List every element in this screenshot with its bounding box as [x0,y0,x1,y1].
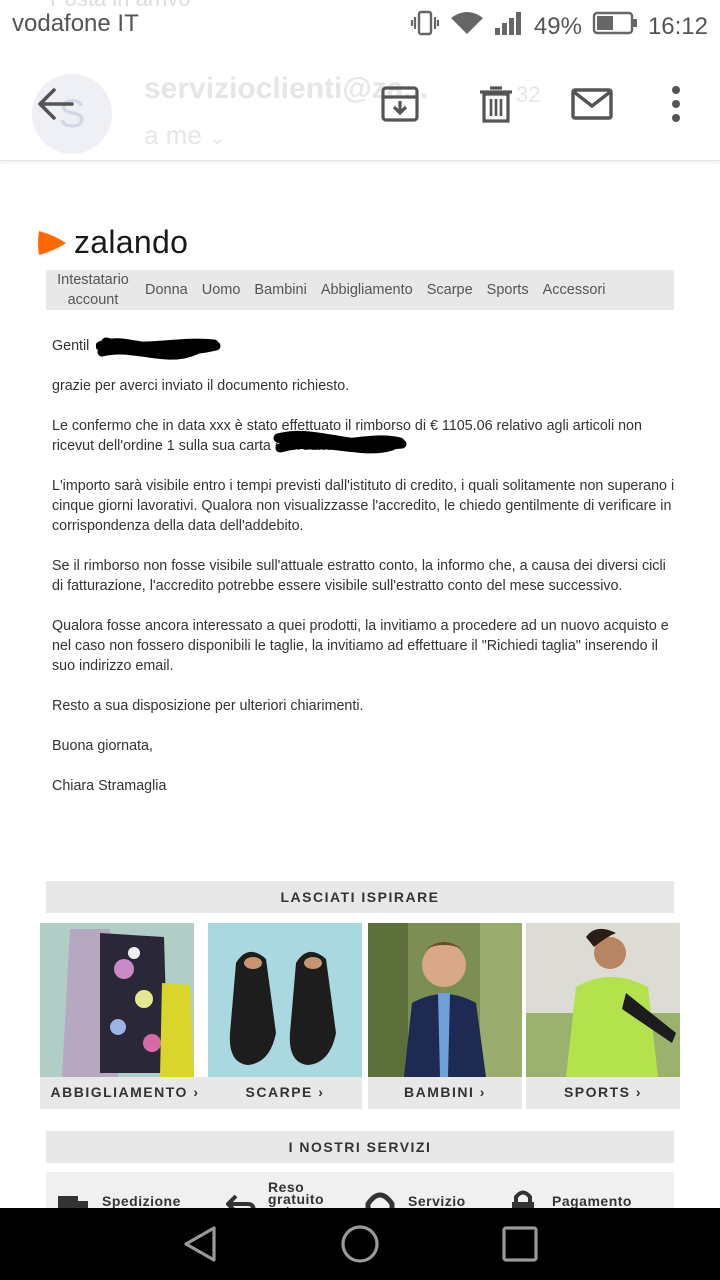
service-reso[interactable]: Reso gratuito entro [268,1180,348,1208]
service-pagamento[interactable]: Pagamento [552,1194,632,1208]
paragraph-1: grazie per averci inviato il documento r… [52,378,350,394]
mail-icon [571,88,613,120]
shoes-image [208,923,362,1077]
mark-unread-button[interactable] [570,84,614,124]
services-row: Spedizione Reso gratuito entro Servizio … [46,1172,674,1208]
nav-home-button[interactable] [340,1224,380,1264]
brand-name: zalando [74,224,189,260]
paragraph-3: L'importo sarà visibile entro i tempi pr… [52,478,675,534]
truck-icon [58,1196,88,1208]
signal-icon [494,10,524,43]
nav-item-sports[interactable]: Sports [480,282,536,298]
recipient-line[interactable]: a me ⌄ [144,120,226,151]
kids-image [368,923,522,1077]
lock-icon [512,1190,534,1208]
recipient-text: a me [144,120,202,150]
redaction-scribble [273,430,407,454]
back-button[interactable] [34,84,78,124]
zalando-logo[interactable]: zalando [36,224,188,261]
return-icon [226,1194,256,1208]
paragraph-7: Buona giornata, [52,738,153,754]
tile-label-bambini: BAMBINI › [368,1077,522,1109]
chevron-down-icon: ⌄ [209,127,226,149]
sports-image [526,923,680,1077]
carrier-name: vodafone IT [12,10,139,37]
nav-item-bambini[interactable]: Bambini [247,282,313,298]
signature: Chiara Stramaglia [52,778,167,794]
nav-item-accessori[interactable]: Accessori [536,282,613,298]
clothing-image [40,923,194,1077]
nav-item-abbigliamento[interactable]: Abbigliamento [314,282,420,298]
battery-percent: 49% [533,12,582,40]
zalando-logo-icon [38,230,66,255]
nav-item-scarpe[interactable]: Scarpe [420,282,480,298]
paragraph-4: Se il rimborso non fosse visibile sull'a… [52,558,666,594]
email-time: 32 [516,82,541,107]
tile-abbigliamento[interactable]: ABBIGLIAMENTO › [40,923,210,1109]
email-body: zalando Intestatario account Donna Uomo … [0,160,720,1208]
delete-button[interactable] [476,84,516,124]
battery-icon [592,10,638,43]
status-bar: Posta in arrivo vodafone IT 49% 16:12 [0,0,720,48]
service-spedizione[interactable]: Spedizione [102,1194,181,1208]
paragraph-5: Qualora fosse ancora interessato a quei … [52,618,669,674]
wifi-icon [450,10,484,43]
redaction-scribble [96,337,221,360]
message-text: Gentil grazie per averci inviato il docu… [52,336,677,816]
clock: 16:12 [647,12,708,40]
tile-label-abbigliamento: ABBIGLIAMENTO › [40,1077,210,1109]
tile-bambini[interactable]: BAMBINI › [368,923,522,1109]
archive-icon [381,86,419,122]
archive-button[interactable] [380,84,420,124]
vibrate-icon [410,10,440,43]
more-options-button[interactable] [666,84,686,124]
paragraph-6: Resto a sua disposizione per ulteriori c… [52,698,364,714]
tile-sports[interactable]: SPORTS › [526,923,680,1109]
headset-icon [365,1192,395,1208]
nav-back-button[interactable] [180,1224,220,1264]
tile-scarpe[interactable]: SCARPE › [208,923,362,1109]
nav-item-uomo[interactable]: Uomo [195,282,248,298]
email-app-bar: S servizioclienti@za... 32 a me ⌄ [0,48,720,161]
tile-label-scarpe: SCARPE › [208,1077,362,1109]
services-header: I NOSTRI SERVIZI [46,1131,674,1163]
trash-icon [480,86,512,123]
system-nav-bar [0,1208,720,1280]
arrow-back-icon [38,88,74,120]
nav-item-donna[interactable]: Donna [138,282,195,298]
service-servizio[interactable]: Servizio [408,1194,466,1208]
category-nav: Intestatario account Donna Uomo Bambini … [46,270,674,310]
more-vertical-icon [672,86,680,122]
tile-label-sports: SPORTS › [526,1077,680,1109]
nav-recents-button[interactable] [500,1224,540,1264]
nav-item-account[interactable]: Intestatario account [46,270,138,310]
inspire-header: LASCIATI ISPIRARE [46,881,674,913]
